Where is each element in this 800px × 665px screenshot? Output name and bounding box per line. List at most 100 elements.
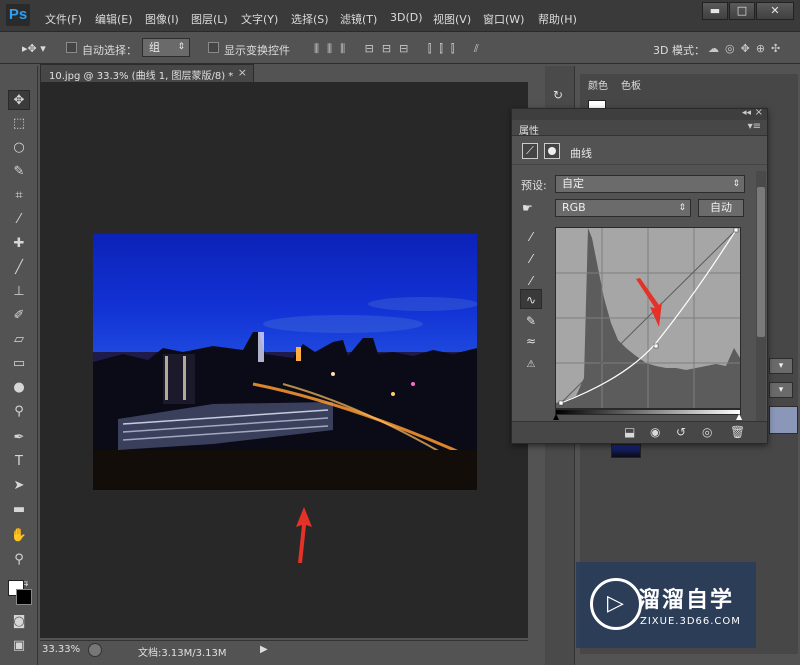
draw-curve-pencil-icon[interactable]: ✎ — [520, 311, 542, 331]
lasso-tool-icon[interactable]: ○ — [8, 138, 30, 158]
clipping-warning-icon[interactable]: ⚠ — [520, 355, 542, 375]
tools-panel: ✥ ⬚ ○ ✎ ⌗ ⁄ ✚ ╱ ⊥ ✐ ▱ ▭ ● ⚲ ✒ T ➤ ▬ ✋ ⚲ … — [0, 66, 38, 665]
properties-scrollbar[interactable] — [756, 171, 766, 421]
eyedropper-tool-icon[interactable]: ⁄ — [8, 210, 30, 230]
sample-white-point-icon[interactable]: ⁄ — [520, 271, 542, 291]
show-transform-label: 显示变换控件 — [224, 44, 290, 57]
watermark-url: ZIXUE.3D66.COM — [640, 616, 741, 627]
collapse-panel-icon[interactable]: ◂◂ — [742, 108, 751, 118]
properties-panel-titlebar[interactable]: ◂◂ × — [512, 107, 767, 120]
clip-to-layer-icon[interactable]: ⬓ — [624, 425, 635, 439]
dropdown-arrow-icon: ⇕ — [732, 179, 740, 189]
annotation-arrow-icon — [296, 507, 312, 563]
crop-tool-icon[interactable]: ⌗ — [8, 186, 30, 206]
eraser-tool-icon[interactable]: ▱ — [8, 330, 30, 350]
preset-dropdown[interactable]: 自定 ⇕ — [555, 175, 745, 193]
history-brush-tool-icon[interactable]: ✐ — [8, 306, 30, 326]
move-tool-icon[interactable]: ✥ — [8, 90, 30, 110]
rectangle-tool-icon[interactable]: ▬ — [8, 500, 30, 520]
dropdown-arrow-icon: ⇕ — [678, 203, 686, 213]
menu-file[interactable]: 文件(F) — [45, 11, 82, 27]
auto-select-label: 自动选择： — [82, 44, 137, 57]
status-menu-arrow-icon[interactable]: ▶ — [260, 644, 268, 655]
tab-swatches[interactable]: 色板 — [621, 77, 641, 92]
properties-header: 属性 ▾≡ — [512, 120, 767, 137]
toggle-visibility-icon[interactable]: ◎ — [702, 425, 712, 439]
status-info-icon[interactable] — [88, 643, 102, 657]
menu-3d[interactable]: 3D(D) — [390, 11, 423, 24]
scrollbar-thumb[interactable] — [757, 187, 765, 337]
dodge-tool-icon[interactable]: ⚲ — [8, 402, 30, 422]
marquee-tool-icon[interactable]: ⬚ — [8, 114, 30, 134]
panel-menu-icon[interactable]: ▾≡ — [748, 121, 761, 132]
path-selection-tool-icon[interactable]: ➤ — [8, 476, 30, 496]
watermark-logo: ▷ 溜溜自学 ZIXUE.3D66.COM — [576, 562, 756, 648]
options-bar: ▸✥ ▾ 自动选择： 组 ⇕ 显示变换控件 ⫼⫼⫼ ⊟⊟⊟ ⫿⫿⫿ ⫽ 3D 模… — [0, 32, 800, 64]
channel-dropdown[interactable]: RGB ⇕ — [555, 199, 691, 217]
show-transform-checkbox[interactable] — [208, 42, 219, 53]
screen-mode-icon[interactable]: ▣ — [8, 636, 30, 656]
view-previous-state-icon[interactable]: ◉ — [650, 425, 660, 439]
restore-button[interactable]: □ — [729, 2, 755, 20]
auto-button[interactable]: 自动 — [698, 199, 744, 217]
city-skyline-illustration — [93, 297, 477, 490]
city-night-photo[interactable] — [93, 234, 477, 490]
layer-opacity-dropdown[interactable]: ▾ — [769, 358, 793, 374]
minimize-button[interactable]: ▬ — [702, 2, 728, 20]
layer-row-selected[interactable] — [769, 406, 798, 434]
tab-color[interactable]: 颜色 — [588, 77, 608, 92]
layer-thumbnail[interactable] — [611, 444, 641, 458]
document-tab[interactable]: 10.jpg @ 33.3% (曲线 1, 图层蒙版/8) * × — [40, 64, 254, 82]
quick-mask-icon[interactable]: ◙ — [8, 612, 30, 632]
auto-select-dropdown[interactable]: 组 ⇕ — [142, 38, 190, 57]
menu-bar: Ps 文件(F) 编辑(E) 图像(I) 图层(L) 文字(Y) 选择(S) 滤… — [0, 0, 800, 32]
delete-adjustment-icon[interactable]: 🗑 — [730, 425, 745, 439]
hand-tool-icon[interactable]: ✋ — [8, 526, 30, 546]
layer-mask-icon[interactable] — [544, 143, 560, 159]
menu-image[interactable]: 图像(I) — [145, 11, 179, 27]
menu-view[interactable]: 视图(V) — [433, 11, 471, 27]
mode-3d-label: 3D 模式： — [653, 44, 705, 57]
curves-adjustment-icon[interactable]: ⟋ — [522, 143, 538, 159]
layer-fill-dropdown[interactable]: ▾ — [769, 382, 793, 398]
auto-select-checkbox[interactable] — [66, 42, 77, 53]
document-tab-title: 10.jpg @ 33.3% (曲线 1, 图层蒙版/8) * — [49, 71, 234, 82]
background-color-swatch[interactable] — [16, 589, 32, 605]
blur-tool-icon[interactable]: ● — [8, 378, 30, 398]
history-panel-icon[interactable]: ↻ — [553, 88, 563, 102]
menu-layer[interactable]: 图层(L) — [191, 11, 228, 27]
watermark-title: 溜溜自学 — [638, 588, 735, 613]
smooth-curve-icon[interactable]: ≈ — [520, 331, 542, 351]
black-slider-icon[interactable]: ▲ — [553, 412, 559, 421]
close-panel-icon[interactable]: × — [755, 107, 763, 118]
gradient-tool-icon[interactable]: ▭ — [8, 354, 30, 374]
input-gradient-bar — [555, 409, 741, 415]
menu-filter[interactable]: 滤镜(T) — [340, 11, 377, 27]
healing-brush-tool-icon[interactable]: ✚ — [8, 234, 30, 254]
menu-window[interactable]: 窗口(W) — [483, 11, 524, 27]
quick-select-tool-icon[interactable]: ✎ — [8, 162, 30, 182]
close-tab-icon[interactable]: × — [238, 66, 247, 79]
properties-footer: ⬓ ◉ ↺ ◎ 🗑 — [512, 421, 767, 443]
sample-black-point-icon[interactable]: ⁄ — [520, 227, 542, 247]
move-tool-preset-icon[interactable]: ▸✥ ▾ — [22, 42, 46, 55]
type-tool-icon[interactable]: T — [8, 452, 30, 472]
document-size: 文档:3.13M/3.13M — [138, 648, 227, 659]
on-image-adjust-icon[interactable]: ☛ — [522, 201, 533, 215]
zoom-level[interactable]: 33.33% — [42, 644, 80, 655]
align-icons[interactable]: ⫼⫼⫼ ⊟⊟⊟ ⫿⫿⫿ ⫽ — [314, 42, 487, 56]
clone-stamp-tool-icon[interactable]: ⊥ — [8, 282, 30, 302]
edit-points-curve-icon[interactable]: ∿ — [520, 289, 542, 309]
white-slider-icon[interactable]: ▲ — [736, 412, 742, 421]
menu-type[interactable]: 文字(Y) — [241, 11, 278, 27]
3d-mode-icons[interactable]: ☁◎✥⊕✣ — [708, 42, 786, 55]
menu-help[interactable]: 帮助(H) — [538, 11, 577, 27]
sample-gray-point-icon[interactable]: ⁄ — [520, 249, 542, 269]
zoom-tool-icon[interactable]: ⚲ — [8, 550, 30, 570]
close-button[interactable]: ✕ — [756, 2, 794, 20]
menu-select[interactable]: 选择(S) — [291, 11, 329, 27]
pen-tool-icon[interactable]: ✒ — [8, 428, 30, 448]
menu-edit[interactable]: 编辑(E) — [95, 11, 133, 27]
brush-tool-icon[interactable]: ╱ — [8, 258, 30, 278]
reset-defaults-icon[interactable]: ↺ — [676, 425, 686, 439]
